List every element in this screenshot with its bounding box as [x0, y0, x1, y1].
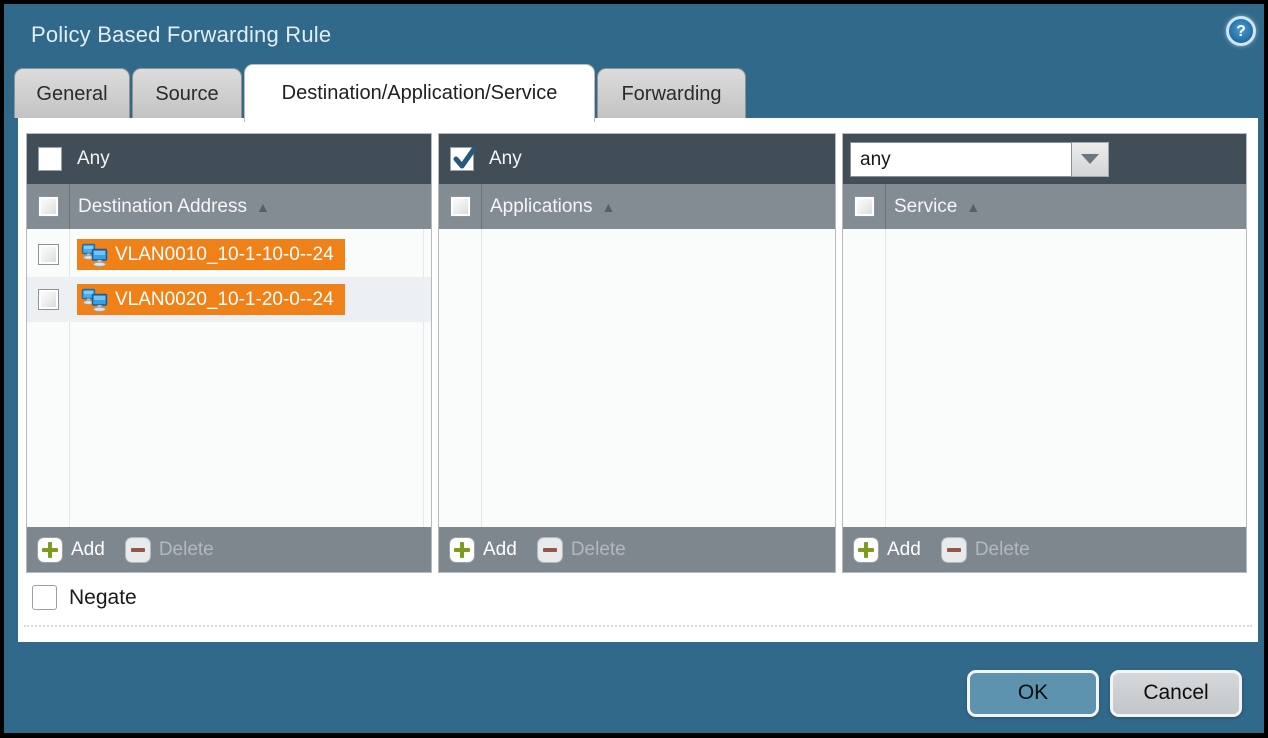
destination-add-button[interactable]: Add — [71, 539, 105, 561]
destination-any-bar: Any — [27, 134, 431, 184]
destination-any-label: Any — [77, 148, 110, 170]
tab-forwarding[interactable]: Forwarding — [597, 68, 746, 118]
delete-icon[interactable] — [125, 537, 151, 563]
address-object-label: VLAN0020_10-1-20-0--24 — [115, 289, 334, 311]
panel-bottom-divider — [24, 625, 1252, 627]
applications-add-button[interactable]: Add — [483, 539, 517, 561]
service-footer: Add Delete — [843, 527, 1246, 572]
destination-address-list: VLAN0010_10-1-10-0--24 — [27, 229, 431, 527]
tab-source[interactable]: Source — [132, 68, 242, 118]
tab-content-panel: Any Destination Address ▲ — [18, 118, 1258, 642]
negate-checkbox[interactable] — [32, 585, 57, 610]
screen: Policy Based Forwarding Rule ? General S… — [0, 0, 1268, 738]
destination-address-panel: Any Destination Address ▲ — [26, 133, 432, 573]
cancel-button[interactable]: Cancel — [1110, 670, 1242, 717]
destination-select-all-checkbox[interactable] — [38, 196, 59, 217]
address-object-chip: VLAN0020_10-1-20-0--24 — [77, 284, 345, 315]
destination-footer: Add Delete — [27, 527, 431, 572]
destination-any-checkbox[interactable] — [38, 147, 62, 171]
header-divider — [481, 184, 482, 229]
delete-icon[interactable] — [941, 537, 967, 563]
address-object-chip: VLAN0010_10-1-10-0--24 — [77, 239, 345, 270]
delete-icon[interactable] — [537, 537, 563, 563]
network-computers-icon — [81, 288, 108, 312]
add-icon[interactable] — [37, 537, 63, 563]
sort-asc-icon: ▲ — [256, 199, 270, 215]
ok-button[interactable]: OK — [967, 670, 1099, 717]
network-computers-icon — [81, 243, 108, 267]
destination-row-vlan0010[interactable]: VLAN0010_10-1-10-0--24 — [27, 232, 431, 277]
header-divider — [69, 184, 70, 229]
applications-footer: Add Delete — [439, 527, 835, 572]
list-divider — [481, 229, 482, 527]
service-list — [843, 229, 1246, 527]
address-object-label: VLAN0010_10-1-10-0--24 — [115, 244, 334, 266]
policy-forwarding-dialog: Policy Based Forwarding Rule ? General S… — [4, 4, 1264, 733]
applications-column-header[interactable]: Applications ▲ — [439, 184, 835, 229]
negate-label: Negate — [69, 586, 137, 610]
negate-row: Negate — [32, 585, 137, 610]
tab-destination-application-service[interactable]: Destination/Application/Service — [244, 64, 595, 122]
service-dropdown-value[interactable]: any — [850, 142, 1072, 177]
row-checkbox[interactable] — [38, 244, 59, 265]
checkmark-icon — [452, 146, 478, 172]
chevron-down-icon — [1081, 154, 1099, 164]
applications-delete-button[interactable]: Delete — [571, 539, 626, 561]
service-add-button[interactable]: Add — [887, 539, 921, 561]
service-header-label: Service — [894, 196, 957, 218]
service-column-header[interactable]: Service ▲ — [843, 184, 1246, 229]
applications-any-bar: Any — [439, 134, 835, 184]
service-panel: any Service ▲ Add — [842, 133, 1247, 573]
applications-any-checkbox[interactable] — [450, 147, 474, 171]
destination-delete-button[interactable]: Delete — [159, 539, 214, 561]
destination-address-header-label: Destination Address — [78, 196, 247, 218]
applications-header-label: Applications — [490, 196, 592, 218]
applications-list — [439, 229, 835, 527]
sort-asc-icon: ▲ — [601, 199, 615, 215]
service-delete-button[interactable]: Delete — [975, 539, 1030, 561]
sort-asc-icon: ▲ — [966, 199, 980, 215]
applications-select-all-checkbox[interactable] — [450, 196, 471, 217]
add-icon[interactable] — [853, 537, 879, 563]
header-divider — [885, 184, 886, 229]
help-icon[interactable]: ? — [1226, 16, 1256, 46]
applications-panel: Any Applications ▲ Add Delete — [438, 133, 836, 573]
applications-any-label: Any — [489, 148, 522, 170]
destination-row-vlan0020[interactable]: VLAN0020_10-1-20-0--24 — [27, 277, 431, 322]
list-divider — [885, 229, 886, 527]
destination-address-column-header[interactable]: Destination Address ▲ — [27, 184, 431, 229]
service-dropdown-button[interactable] — [1072, 142, 1109, 177]
tab-general[interactable]: General — [14, 68, 130, 118]
dialog-title: Policy Based Forwarding Rule — [31, 22, 331, 48]
service-dropdown: any — [850, 142, 1109, 177]
add-icon[interactable] — [449, 537, 475, 563]
row-checkbox[interactable] — [38, 289, 59, 310]
service-select-all-checkbox[interactable] — [854, 196, 875, 217]
service-any-bar: any — [843, 134, 1246, 184]
